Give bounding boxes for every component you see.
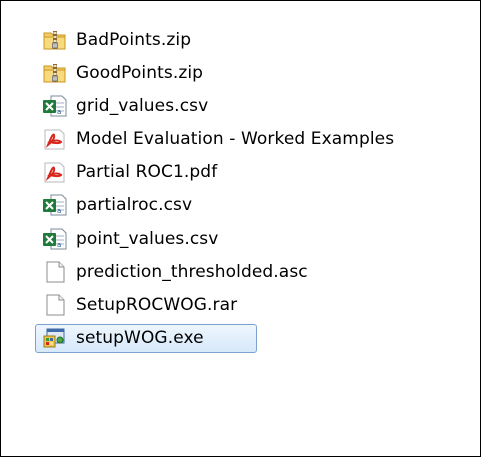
- file-name-label: Partial ROC1.pdf: [76, 162, 218, 183]
- explorer-file-pane: BadPoints.zip GoodPoints.zip a grid_valu…: [0, 0, 481, 457]
- file-name-label: point_values.csv: [76, 228, 219, 249]
- file-item-prediction-thresholded-asc[interactable]: prediction_thresholded.asc: [41, 257, 480, 286]
- generic-file-icon: [42, 260, 68, 284]
- zip-folder-icon: [42, 28, 68, 52]
- pdf-icon: [42, 127, 68, 151]
- excel-csv-icon: a: [42, 193, 68, 217]
- svg-text:a: a: [57, 108, 61, 116]
- file-name-label: partialroc.csv: [76, 195, 193, 216]
- file-name-label: SetupROCWOG.rar: [76, 295, 238, 315]
- generic-file-icon: [42, 293, 68, 317]
- pdf-icon: [42, 160, 68, 184]
- setup-installer-icon: [42, 326, 68, 350]
- file-name-label: prediction_thresholded.asc: [76, 261, 308, 282]
- file-name-label: grid_values.csv: [76, 95, 209, 116]
- file-list: BadPoints.zip GoodPoints.zip a grid_valu…: [35, 25, 480, 357]
- zip-folder-icon: [42, 61, 68, 85]
- file-item-model-evaluation-worked-examples[interactable]: Model Evaluation - Worked Examples: [41, 125, 480, 154]
- excel-csv-icon: a: [42, 94, 68, 118]
- file-item-setupwog-exe[interactable]: setupWOG.exe: [35, 323, 257, 353]
- file-name-label: GoodPoints.zip: [76, 62, 204, 83]
- file-item-partial-roc1-pdf[interactable]: Partial ROC1.pdf: [41, 158, 480, 187]
- file-item-point-values-csv[interactable]: a point_values.csv: [41, 224, 480, 253]
- file-name-label: BadPoints.zip: [76, 29, 192, 50]
- file-item-badpoints-zip[interactable]: BadPoints.zip: [41, 25, 480, 54]
- file-item-goodpoints-zip[interactable]: GoodPoints.zip: [41, 58, 480, 87]
- file-name-label: setupWOG.exe: [76, 328, 204, 349]
- svg-text:a: a: [57, 241, 61, 249]
- file-item-grid-values-csv[interactable]: a grid_values.csv: [41, 91, 480, 120]
- file-item-setuprocwog-rar[interactable]: SetupROCWOG.rar: [41, 291, 480, 320]
- file-item-partialroc-csv[interactable]: a partialroc.csv: [41, 191, 480, 220]
- file-name-label: Model Evaluation - Worked Examples: [76, 129, 395, 150]
- excel-csv-icon: a: [42, 227, 68, 251]
- svg-text:a: a: [57, 207, 61, 215]
